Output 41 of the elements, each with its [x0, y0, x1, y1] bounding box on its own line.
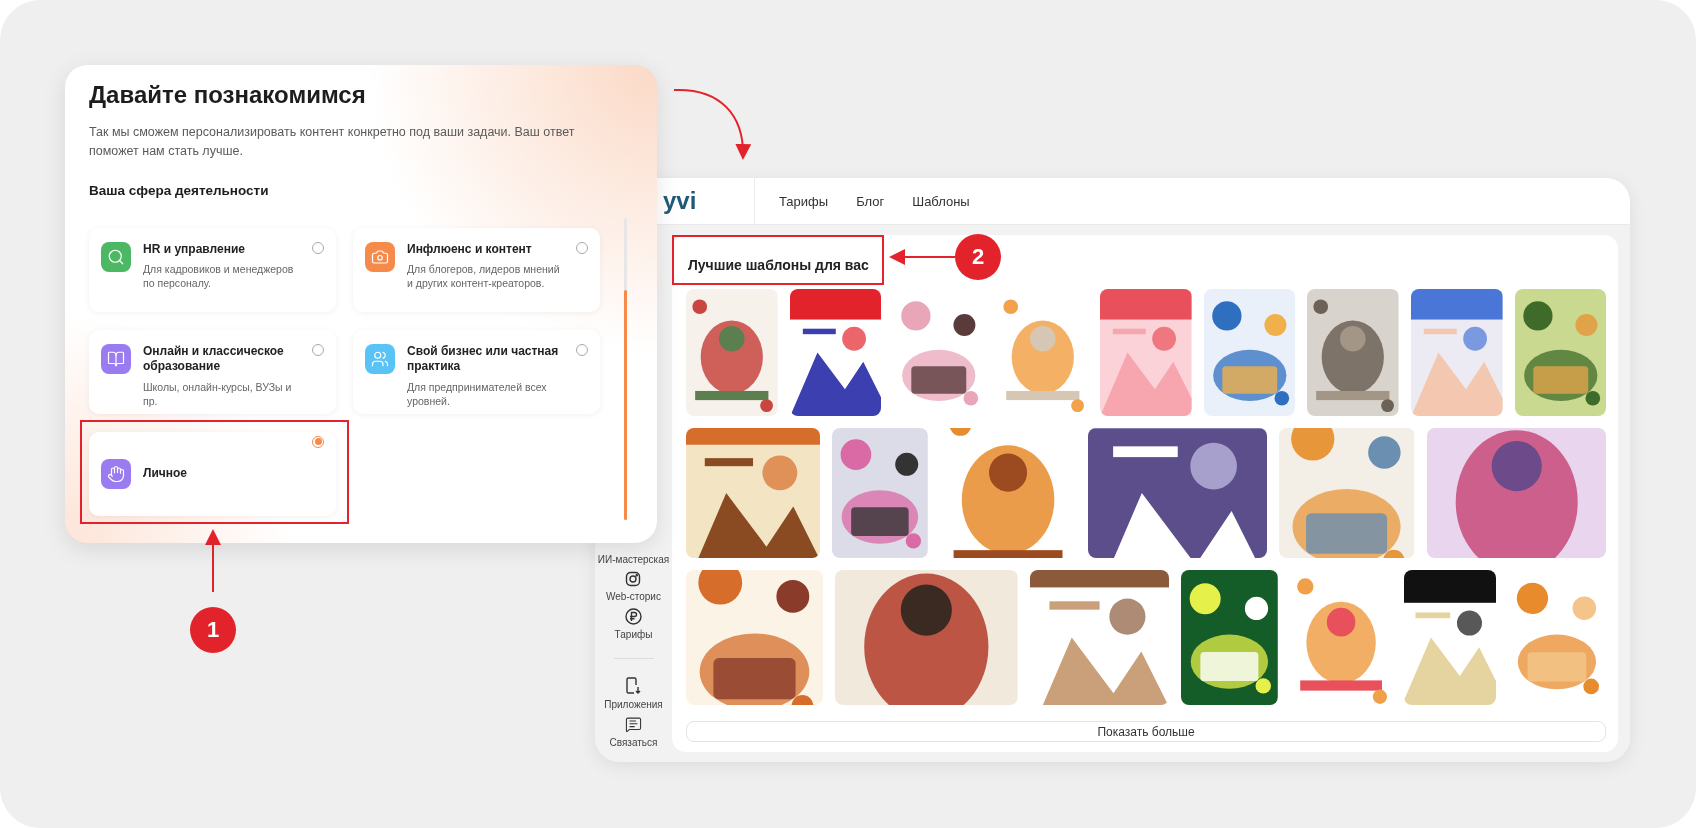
camera-square-icon [625, 571, 642, 587]
nav-link[interactable]: Шаблоны [912, 193, 970, 209]
option-description: Школы, онлайн-курсы, ВУЗы и пр. [143, 379, 293, 409]
camera-icon [365, 241, 395, 272]
option-title: Инфлюенс и контент [407, 241, 533, 258]
nav-link[interactable]: Блог [856, 193, 885, 209]
callout-arrow [889, 249, 956, 265]
option-card[interactable]: HR и управление Для кадровиков и менеджеров по персоналу. [89, 227, 336, 312]
nav-link[interactable]: Тарифы [779, 193, 829, 209]
option-description: Для предпринимателей всех уровней. [407, 379, 548, 409]
hand-icon [101, 458, 131, 489]
option-title: Личное [143, 465, 188, 482]
section-title: Ваша сфера деятельности [89, 182, 270, 198]
sidebar-label[interactable]: Приложения [604, 699, 663, 710]
ruble-icon [625, 608, 642, 625]
option-card[interactable]: Личное [89, 431, 336, 516]
scrollbar[interactable] [624, 217, 627, 520]
callout-arrow [205, 529, 221, 593]
option-card[interactable]: Инфлюенс и контент Для блогеров, лидеров мнений и других контент-креаторов. [353, 227, 600, 312]
dialog-subtitle: Так мы сможем персонализировать контент конкретно под ваши задачи. Ваш ответ поможет нам стать лучше. [89, 124, 576, 160]
section-title: Лучшие шаблоны для вас [688, 257, 869, 273]
option-title: Свой бизнес или частная практика [407, 343, 560, 375]
book-icon [101, 343, 131, 374]
message-icon [625, 716, 642, 733]
option-description: Для блогеров, лидеров мнений и других контент-креаторов. [407, 262, 561, 291]
dialog-title: Давайте познакомимся [89, 81, 367, 109]
phone-download-icon [625, 677, 642, 695]
step-badge: 1 [190, 607, 236, 653]
sidebar-label[interactable]: Тарифы [614, 629, 653, 640]
option-card[interactable]: Свой бизнес или частная практика Для предпринимателей всех уровней. [353, 329, 600, 414]
logo[interactable]: yvi [663, 187, 697, 215]
sidebar-label[interactable]: ИИ-мастерская [597, 554, 670, 565]
option-description: Для кадровиков и менеджеров по персоналу. [143, 262, 295, 291]
show-more-button[interactable]: Показать больше [686, 721, 1606, 742]
option-card[interactable]: Онлайн и классическое образование Школы, онлайн-курсы, ВУЗы и пр. [89, 329, 336, 414]
option-title: Онлайн и классическое образование [143, 343, 285, 375]
sidebar-label[interactable]: Web-сторис [606, 591, 661, 602]
people-icon [365, 343, 395, 374]
magnifier-icon [101, 241, 131, 272]
option-title: HR и управление [143, 241, 246, 258]
sidebar-label[interactable]: Связаться [609, 737, 658, 748]
